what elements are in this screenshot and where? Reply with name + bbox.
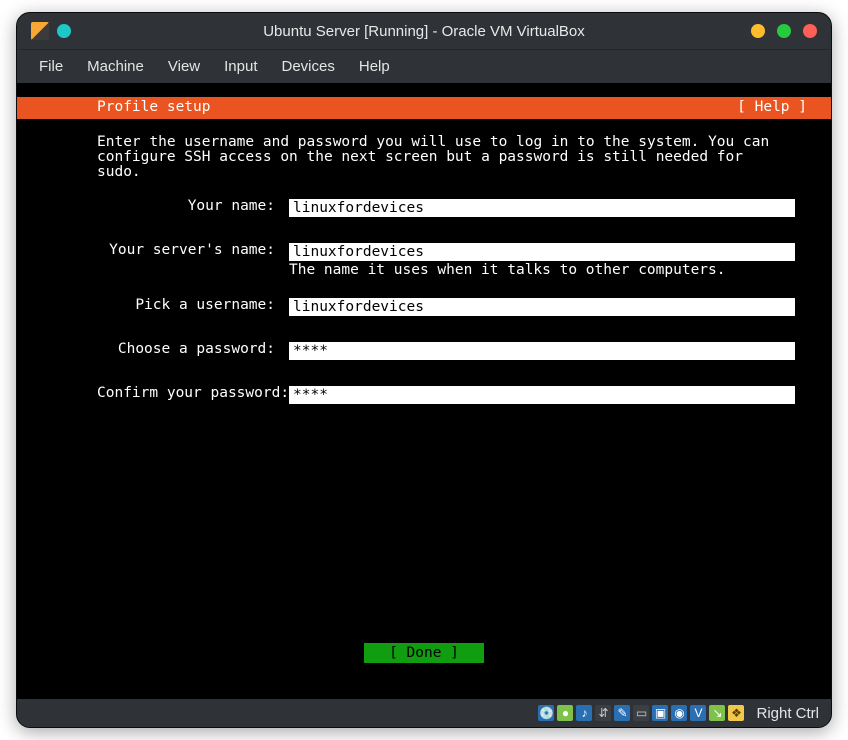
recording-icon[interactable]: ▣ bbox=[652, 705, 668, 721]
app-icon bbox=[31, 22, 49, 40]
menu-help[interactable]: Help bbox=[349, 54, 400, 79]
input-confirm-password[interactable]: **** bbox=[289, 386, 795, 404]
virtualbox-window: Ubuntu Server [Running] - Oracle VM Virt… bbox=[16, 12, 832, 728]
mouse-integration-icon[interactable]: ↘ bbox=[709, 705, 725, 721]
menu-devices[interactable]: Devices bbox=[272, 54, 345, 79]
shared-folder-icon[interactable]: ✎ bbox=[614, 705, 630, 721]
installer-description: Enter the username and password you will… bbox=[97, 135, 791, 181]
menu-machine[interactable]: Machine bbox=[77, 54, 154, 79]
label-your-name: Your name: bbox=[97, 199, 289, 214]
input-password[interactable]: **** bbox=[289, 342, 795, 360]
input-username[interactable]: linuxfordevices bbox=[289, 298, 795, 316]
menu-view[interactable]: View bbox=[158, 54, 210, 79]
titlebar[interactable]: Ubuntu Server [Running] - Oracle VM Virt… bbox=[17, 13, 831, 49]
hdd-icon[interactable]: 💿 bbox=[538, 705, 554, 721]
installer-header: Profile setup [ Help ] bbox=[17, 97, 831, 119]
label-password: Choose a password: bbox=[97, 342, 289, 357]
display-icon[interactable]: ▭ bbox=[633, 705, 649, 721]
profile-form: Your name: linuxfordevices Your server's… bbox=[97, 199, 795, 430]
minimize-button[interactable] bbox=[751, 24, 765, 38]
menubar: File Machine View Input Devices Help bbox=[17, 49, 831, 83]
status-icons: 💿●♪⇵✎▭▣◉V↘❖ bbox=[538, 705, 744, 721]
clipboard-icon[interactable]: ❖ bbox=[728, 705, 744, 721]
input-server-name[interactable]: linuxfordevices bbox=[289, 243, 795, 261]
audio-icon[interactable]: ♪ bbox=[576, 705, 592, 721]
label-server-name: Your server's name: bbox=[97, 243, 289, 258]
usb-icon[interactable]: ⇵ bbox=[595, 705, 611, 721]
host-key-indicator[interactable]: Right Ctrl bbox=[756, 705, 819, 722]
maximize-button[interactable] bbox=[777, 24, 791, 38]
camera-icon[interactable]: ◉ bbox=[671, 705, 687, 721]
hint-server-name: The name it uses when it talks to other … bbox=[289, 263, 795, 278]
done-button[interactable]: [ Done ] bbox=[364, 643, 484, 663]
installer-title: Profile setup bbox=[97, 100, 211, 115]
menu-file[interactable]: File bbox=[29, 54, 73, 79]
optical-icon[interactable]: ● bbox=[557, 705, 573, 721]
window-title: Ubuntu Server [Running] - Oracle VM Virt… bbox=[17, 23, 831, 40]
network-icon[interactable]: V bbox=[690, 705, 706, 721]
titlebar-dot-left[interactable] bbox=[57, 24, 71, 38]
help-button[interactable]: [ Help ] bbox=[737, 100, 817, 115]
label-username: Pick a username: bbox=[97, 298, 289, 313]
input-your-name[interactable]: linuxfordevices bbox=[289, 199, 795, 217]
menu-input[interactable]: Input bbox=[214, 54, 267, 79]
statusbar: 💿●♪⇵✎▭▣◉V↘❖ Right Ctrl bbox=[17, 699, 831, 727]
close-button[interactable] bbox=[803, 24, 817, 38]
guest-display[interactable]: Profile setup [ Help ] Enter the usernam… bbox=[17, 83, 831, 699]
label-confirm-password: Confirm your password: bbox=[97, 386, 289, 401]
